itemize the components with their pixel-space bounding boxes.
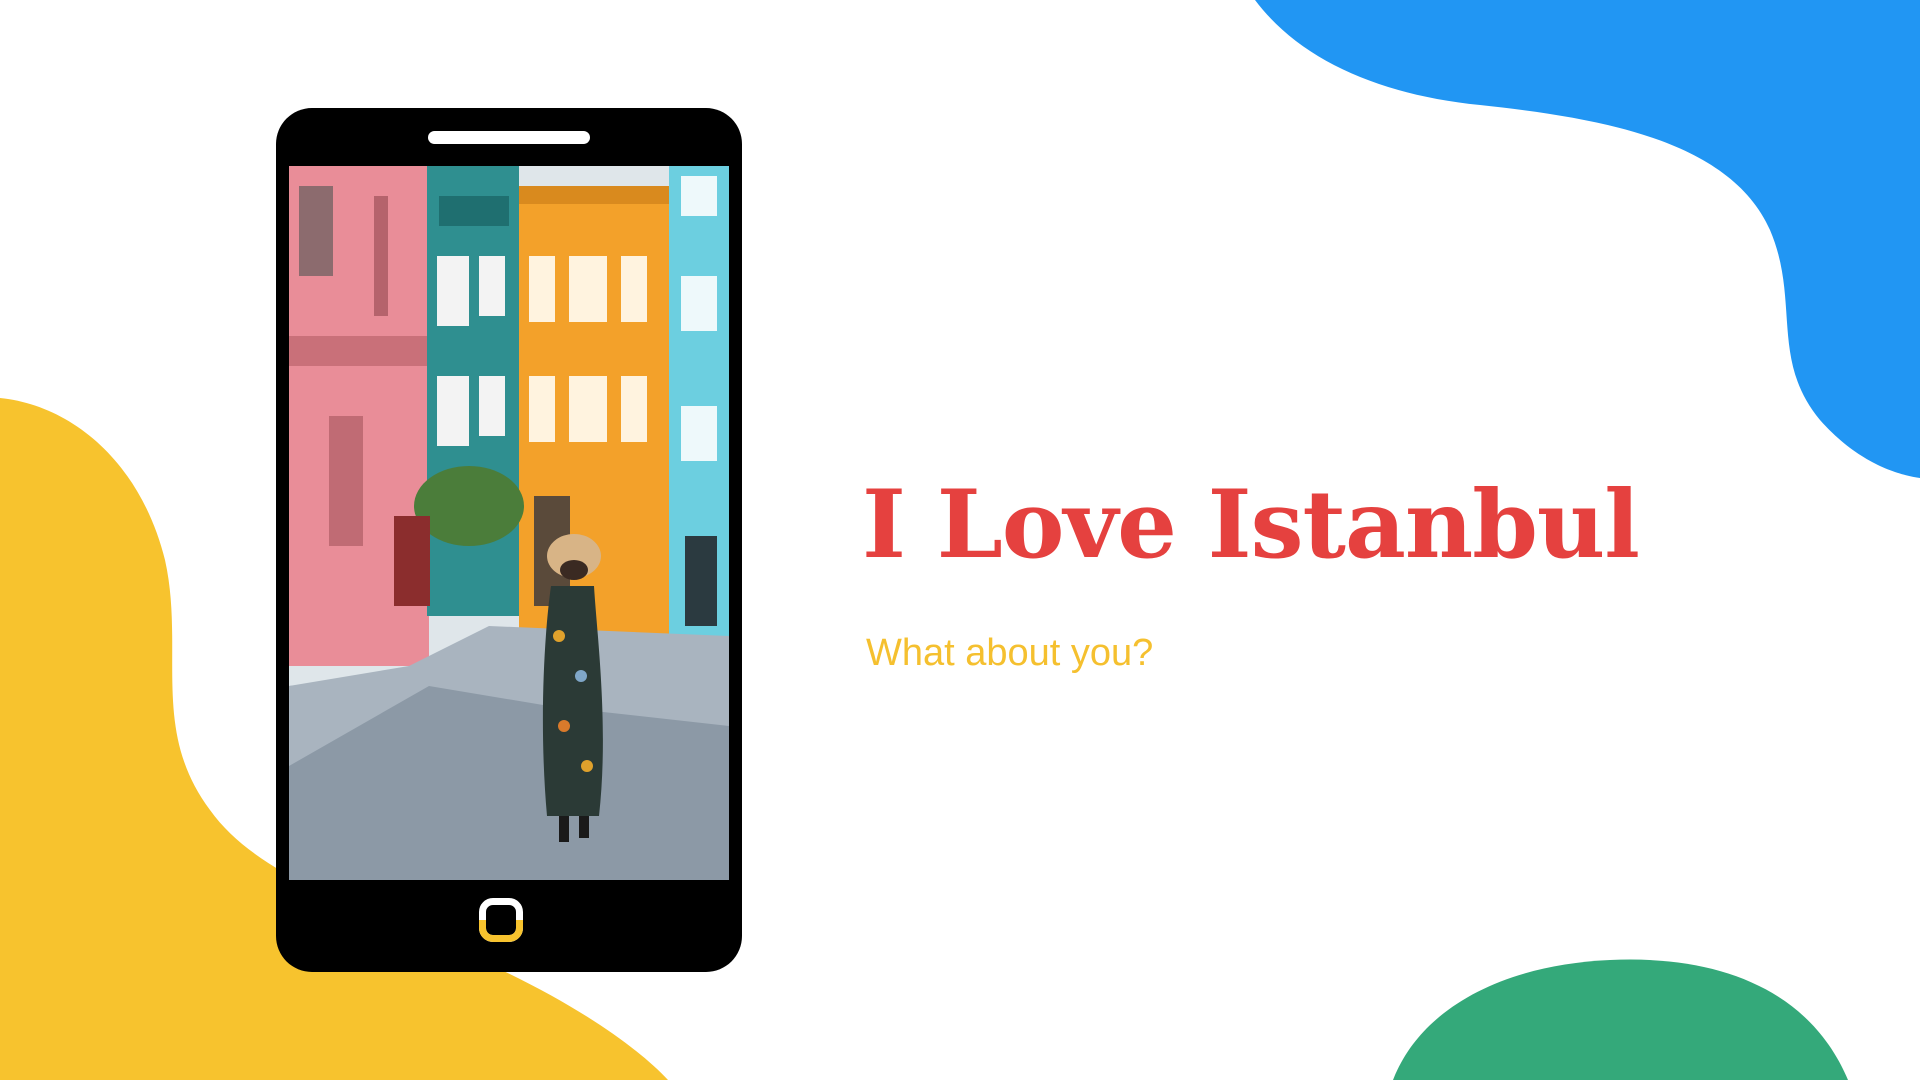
blue-blob bbox=[1255, 0, 1920, 478]
slide-subtitle: What about you? bbox=[866, 632, 1154, 674]
slide-title: I Love Istanbul bbox=[862, 470, 1640, 580]
phone-speaker bbox=[428, 131, 590, 144]
phone-mockup bbox=[276, 108, 742, 972]
home-button bbox=[479, 898, 523, 942]
phone-screen-photo bbox=[289, 166, 729, 880]
street-photo bbox=[289, 166, 729, 880]
green-blob bbox=[1393, 959, 1848, 1080]
